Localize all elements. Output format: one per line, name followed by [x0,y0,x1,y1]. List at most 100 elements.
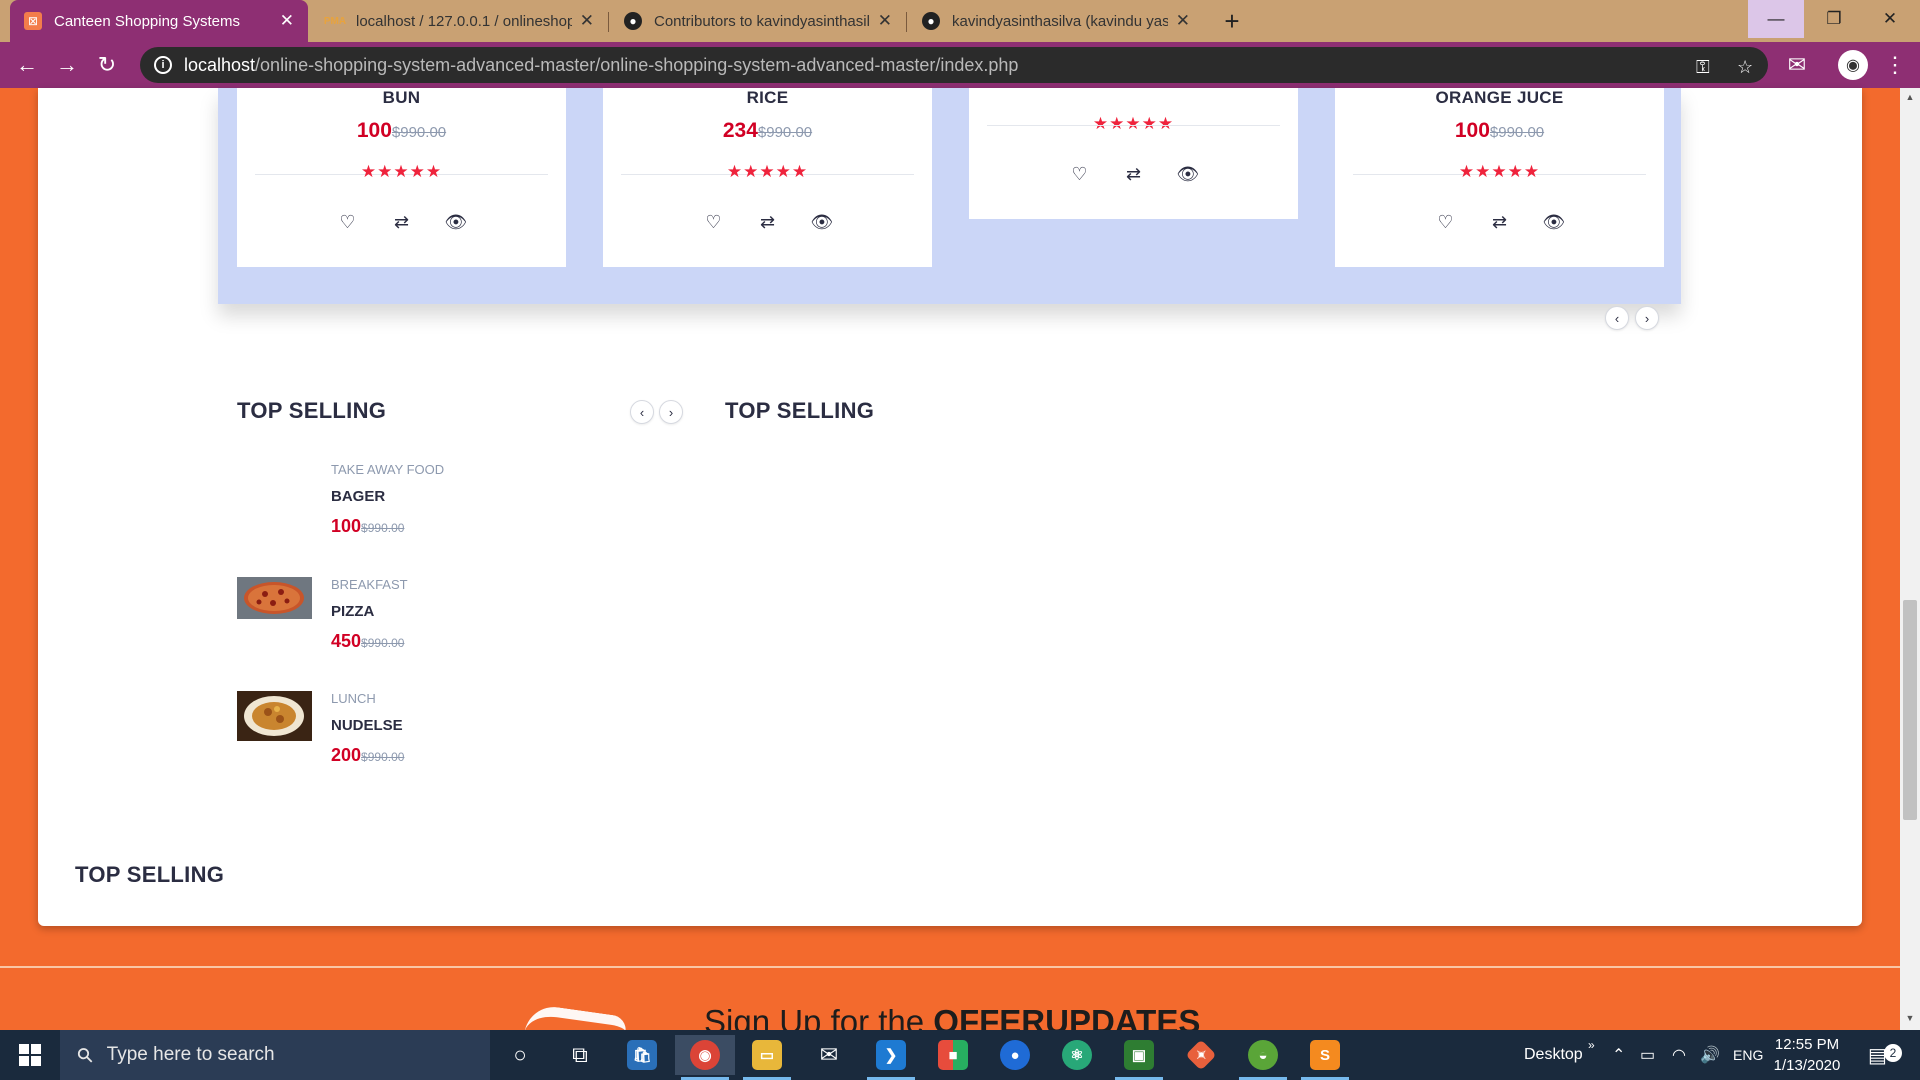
scroll-up-icon[interactable]: ▲ [1904,92,1916,104]
close-tab-icon[interactable]: ✕ [580,11,594,31]
taskbar-search-box[interactable]: ⚲ Type here to search [60,1030,490,1080]
compare-icon[interactable]: ⇄ [757,212,779,233]
site-info-icon[interactable]: i [154,56,172,74]
pizza-thumbnail[interactable] [237,577,312,625]
top-selling-next-button[interactable]: › [659,400,683,424]
volume-icon[interactable]: 🔊 [1700,1030,1720,1080]
menu-kebab-icon[interactable]: ⋮ [1880,50,1910,80]
bookmark-star-icon[interactable]: ☆ [1737,57,1753,78]
url-bar[interactable]: i localhost/online-shopping-system-advan… [140,47,1768,83]
top-selling-item[interactable]: TAKE AWAY FOOD BAGER 100$990.00 [237,462,597,557]
current-price: 450 [331,631,362,651]
old-price: $990.00 [361,750,405,764]
atom-app-icon[interactable]: ⚛ [1047,1035,1107,1075]
product-name: BUN [382,88,421,107]
eye-icon[interactable]: 👁 [445,212,468,233]
search-placeholder: Type here to search [106,1044,275,1065]
close-tab-icon[interactable]: ✕ [1176,11,1190,31]
android-studio-icon[interactable]: ◒ [1233,1035,1293,1080]
product-card[interactable]: ★★★★★ ♡ ⇄ 👁 [969,88,1298,219]
carousel-prev-button[interactable]: ‹ [1605,306,1629,330]
rating-stars: ★★★★★ [1092,114,1175,133]
toolbar-expand-icon[interactable]: » [1588,1020,1595,1070]
top-selling-item[interactable]: BREAKFAST PIZZA 450$990.00 [237,577,597,672]
notification-count-badge: 2 [1884,1044,1902,1062]
cortana-icon[interactable]: ○ [490,1035,550,1075]
language-indicator[interactable]: ENG [1733,1030,1763,1080]
product-card[interactable]: BUN 100$990.00 ★★★★★ ♡ ⇄ 👁 [237,88,566,267]
heart-icon[interactable]: ♡ [703,212,725,233]
forward-arrow-icon[interactable]: → [52,50,82,80]
store-icon: ⊠ [24,12,42,30]
file-explorer-icon[interactable]: ▭ [737,1035,797,1080]
start-button[interactable] [0,1030,60,1080]
tab-phpmyadmin[interactable]: PMA localhost / 127.0.0.1 / onlineshop ✕ [312,0,608,42]
scroll-down-icon[interactable]: ▼ [1904,1013,1916,1025]
current-price: 200 [331,745,362,765]
item-name: NUDELSE [331,717,403,734]
chrome-app-icon[interactable]: ◉ [675,1035,735,1080]
heart-icon[interactable]: ♡ [1435,212,1457,233]
tray-overflow-icon[interactable]: ⌃ [1612,1030,1625,1080]
terminal-app-icon[interactable]: ▣ [1109,1035,1169,1080]
compare-icon[interactable]: ⇄ [391,212,413,233]
wifi-icon[interactable]: ◠ [1672,1030,1686,1080]
item-category: LUNCH [331,691,376,706]
mail-extension-icon[interactable]: ✉ [1782,50,1812,80]
top-selling-prev-button[interactable]: ‹ [630,400,654,424]
item-price: 200$990.00 [331,745,404,766]
product-card[interactable]: ORANGE JUCE 100$990.00 ★★★★★ ♡ ⇄ 👁 [1335,88,1664,267]
office-app-icon[interactable]: ■ [923,1035,983,1075]
task-view-icon[interactable]: ⧉ [550,1035,610,1075]
sublime-app-icon[interactable]: S [1295,1035,1355,1080]
battery-icon[interactable]: ▭ [1640,1030,1655,1080]
section-title: TOP SELLING [75,862,225,887]
top-selling-item[interactable]: LUNCH NUDELSE 200$990.00 [237,691,597,786]
product-price: 100$990.00 [237,119,566,143]
reload-icon[interactable]: ↻ [92,50,122,80]
scroll-thumb[interactable] [1903,600,1917,820]
restore-icon[interactable]: ❐ [1806,0,1862,38]
mail-app-icon[interactable]: ✉ [799,1035,859,1075]
key-icon[interactable]: ⚿ [1696,57,1710,78]
eye-icon[interactable]: 👁 [811,212,834,233]
taskbar-clock[interactable]: 12:55 PM 1/13/2020 [1762,1034,1852,1076]
url-host: localhost [184,54,256,75]
heart-icon[interactable]: ♡ [1069,164,1091,185]
page-scrollbar[interactable]: ▲ ▼ [1900,88,1920,1030]
noodles-thumbnail[interactable] [237,691,312,741]
clock-date: 1/13/2020 [1773,1057,1841,1074]
profile-avatar-icon[interactable]: ◉ [1838,50,1868,80]
tab-github-profile[interactable]: ● kavindyasinthasilva (kavindu yasi ✕ [908,0,1204,42]
new-tab-button[interactable]: + [1216,5,1248,37]
compare-icon[interactable]: ⇄ [1123,164,1145,185]
old-price: $990.00 [391,124,447,141]
compare-icon[interactable]: ⇄ [1489,212,1511,233]
eye-icon[interactable]: 👁 [1543,212,1566,233]
close-tab-icon[interactable]: ✕ [878,11,892,31]
current-price: 100 [356,119,392,142]
old-price: $990.00 [1489,124,1545,141]
back-arrow-icon[interactable]: ← [12,50,42,80]
tab-title: localhost / 127.0.0.1 / onlineshop [356,12,572,30]
carousel-next-button[interactable]: › [1635,306,1659,330]
close-tab-icon[interactable]: ✕ [280,11,294,31]
pizza-image [237,577,312,619]
footer-divider [0,966,1920,968]
product-price: 234$990.00 [603,119,932,143]
heart-icon[interactable]: ♡ [337,212,359,233]
current-price: 234 [722,119,758,142]
store-app-icon[interactable]: 🛍 [612,1035,672,1075]
tab-canteen-shopping[interactable]: ⊠ Canteen Shopping Systems ✕ [10,0,308,42]
firefox-app-icon[interactable]: ● [985,1035,1045,1075]
vscode-app-icon[interactable]: ❯ [861,1035,921,1080]
close-window-icon[interactable]: ✕ [1862,0,1918,38]
tab-github-contributors[interactable]: ● Contributors to kavindyasinthasil ✕ [610,0,906,42]
current-price: 100 [331,516,362,536]
desktop-toolbar-label[interactable]: Desktop [1524,1030,1583,1080]
item-category: TAKE AWAY FOOD [331,462,445,477]
minimize-icon[interactable]: — [1748,0,1804,38]
git-app-icon[interactable]: ✦ [1171,1035,1231,1075]
product-card[interactable]: RICE 234$990.00 ★★★★★ ♡ ⇄ 👁 [603,88,932,267]
eye-icon[interactable]: 👁 [1177,164,1200,185]
